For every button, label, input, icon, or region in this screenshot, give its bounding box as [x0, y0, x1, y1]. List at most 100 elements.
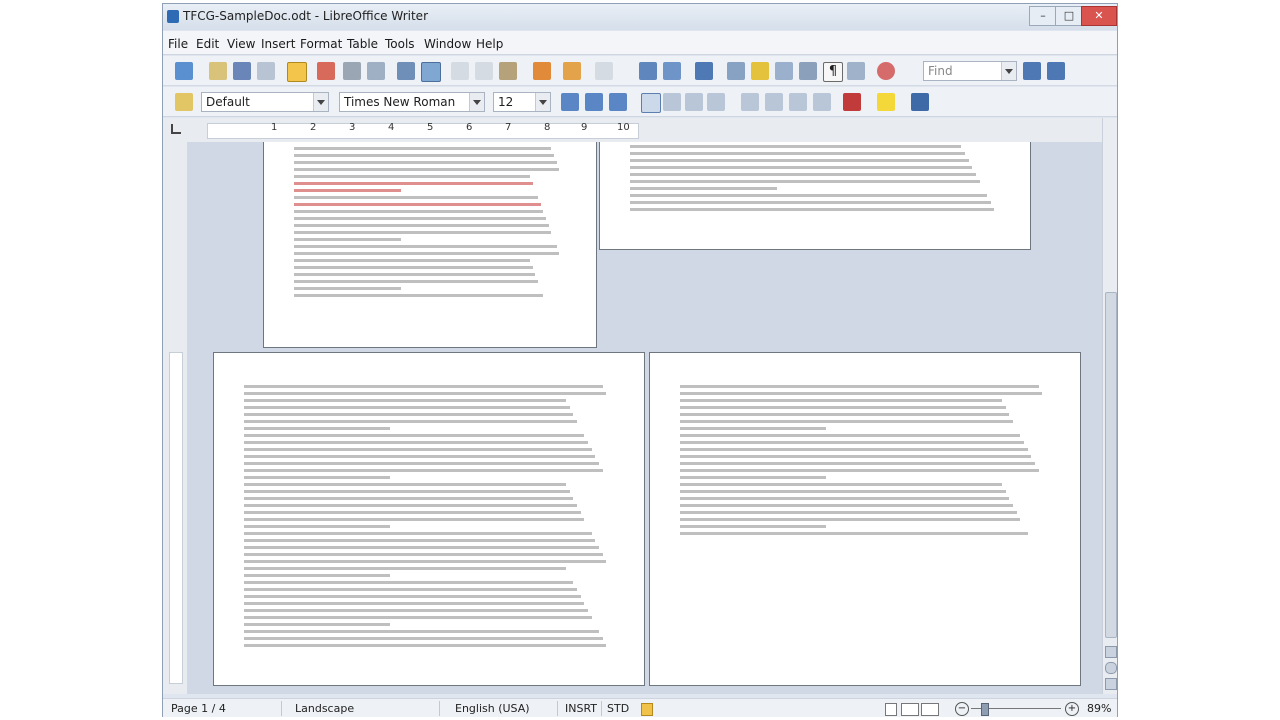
menu-file[interactable]: File	[168, 37, 188, 51]
document-page-1[interactable]	[263, 142, 597, 348]
menu-help[interactable]: Help	[476, 37, 503, 51]
text-line	[244, 455, 596, 458]
find-previous-icon[interactable]	[1047, 62, 1065, 80]
data-sources-icon[interactable]	[775, 62, 793, 80]
navigator-icon[interactable]	[727, 62, 745, 80]
help-icon[interactable]	[877, 62, 895, 80]
menu-format[interactable]: Format	[300, 37, 342, 51]
cut-icon[interactable]	[451, 62, 469, 80]
text-line	[244, 539, 596, 542]
ruler-number: 1	[271, 122, 278, 133]
find-input[interactable]: Find	[923, 61, 1017, 81]
undo-icon[interactable]	[563, 62, 581, 80]
previous-page-icon[interactable]	[1105, 646, 1117, 658]
insert-mode-indicator[interactable]: INSRT	[565, 702, 597, 715]
align-right-icon[interactable]	[685, 93, 703, 111]
menu-insert[interactable]: Insert	[261, 37, 295, 51]
menu-edit[interactable]: Edit	[196, 37, 219, 51]
print-icon[interactable]	[343, 62, 361, 80]
selection-mode-indicator[interactable]: STD	[607, 702, 629, 715]
language-indicator[interactable]: English (USA)	[455, 702, 530, 715]
zoom-slider-handle[interactable]	[981, 703, 989, 716]
clone-formatting-icon[interactable]	[533, 62, 551, 80]
hyperlink-icon[interactable]	[639, 62, 657, 80]
maximize-button[interactable]: □	[1055, 6, 1083, 26]
save-icon[interactable]	[233, 62, 251, 80]
navigation-icon[interactable]	[1105, 662, 1117, 674]
font-name-select[interactable]: Times New Roman	[339, 92, 485, 112]
find-next-icon[interactable]	[1023, 62, 1041, 80]
bold-icon[interactable]	[561, 93, 579, 111]
justify-icon[interactable]	[707, 93, 725, 111]
export-pdf-icon[interactable]	[317, 62, 335, 80]
chevron-down-icon[interactable]	[469, 93, 484, 111]
pilcrow-icon[interactable]: ¶	[823, 62, 843, 82]
print-preview-icon[interactable]	[367, 62, 385, 80]
gallery-icon[interactable]	[751, 62, 769, 80]
zoom-out-icon[interactable]: −	[955, 702, 969, 716]
document-page-4[interactable]	[649, 352, 1081, 686]
text-line	[244, 469, 603, 472]
document-page-3[interactable]	[213, 352, 645, 686]
multi-page-view-icon[interactable]	[901, 703, 919, 716]
vertical-scrollbar[interactable]	[1102, 118, 1117, 694]
page-text-block	[680, 385, 1046, 539]
text-line	[244, 406, 570, 409]
italic-icon[interactable]	[585, 93, 603, 111]
background-color-icon[interactable]	[911, 93, 929, 111]
single-page-view-icon[interactable]	[885, 703, 897, 716]
tab-type-icon[interactable]	[171, 124, 181, 134]
text-line	[294, 280, 538, 283]
zoom-level[interactable]: 89%	[1087, 702, 1111, 715]
align-center-icon[interactable]	[663, 93, 681, 111]
paragraph-style-select[interactable]: Default	[201, 92, 329, 112]
font-size-select[interactable]: 12	[493, 92, 551, 112]
styles-and-formatting-icon[interactable]	[175, 93, 193, 111]
spellcheck-icon[interactable]	[397, 62, 415, 80]
text-line	[294, 203, 541, 206]
document-workspace[interactable]	[187, 142, 1102, 694]
highlighting-icon[interactable]	[877, 93, 895, 111]
copy-icon[interactable]	[475, 62, 493, 80]
chevron-down-icon[interactable]	[313, 93, 328, 111]
numbering-icon[interactable]	[741, 93, 759, 111]
chevron-down-icon[interactable]	[535, 93, 550, 111]
chevron-down-icon[interactable]	[1001, 62, 1016, 80]
page-style[interactable]: Landscape	[295, 702, 354, 715]
formatting-marks-icon[interactable]	[799, 62, 817, 80]
scrollbar-thumb[interactable]	[1105, 292, 1117, 638]
menu-tools[interactable]: Tools	[385, 37, 415, 51]
table-icon[interactable]	[663, 62, 681, 80]
show-draw-functions-icon[interactable]	[695, 62, 713, 80]
status-separator	[281, 701, 282, 716]
edit-mode-icon[interactable]	[287, 62, 307, 82]
new-document-icon[interactable]	[175, 62, 193, 80]
minimize-button[interactable]: –	[1029, 6, 1057, 26]
menu-window[interactable]: Window	[424, 37, 471, 51]
document-page-2[interactable]	[599, 142, 1031, 250]
decrease-indent-icon[interactable]	[789, 93, 807, 111]
menu-table[interactable]: Table	[347, 37, 378, 51]
bullets-icon[interactable]	[765, 93, 783, 111]
menu-view[interactable]: View	[227, 37, 255, 51]
paste-icon[interactable]	[499, 62, 517, 80]
text-line	[680, 483, 1003, 486]
redo-icon[interactable]	[595, 62, 613, 80]
autospellcheck-icon[interactable]	[421, 62, 441, 82]
book-view-icon[interactable]	[921, 703, 939, 716]
text-line	[294, 175, 530, 178]
ruler-number: 7	[505, 122, 512, 133]
increase-indent-icon[interactable]	[813, 93, 831, 111]
vertical-ruler[interactable]	[163, 142, 187, 694]
horizontal-ruler[interactable]: 1 2 3 4 5 6 7 8 9 10	[163, 118, 1117, 142]
email-icon[interactable]	[257, 62, 275, 80]
zoom-in-icon[interactable]: +	[1065, 702, 1079, 716]
font-color-icon[interactable]	[843, 93, 861, 111]
next-page-icon[interactable]	[1105, 678, 1117, 690]
page-count[interactable]: Page 1 / 4	[171, 702, 226, 715]
open-icon[interactable]	[209, 62, 227, 80]
underline-icon[interactable]	[609, 93, 627, 111]
zoom-icon[interactable]	[847, 62, 865, 80]
close-button[interactable]: ✕	[1081, 6, 1117, 26]
align-left-icon[interactable]	[641, 93, 661, 113]
